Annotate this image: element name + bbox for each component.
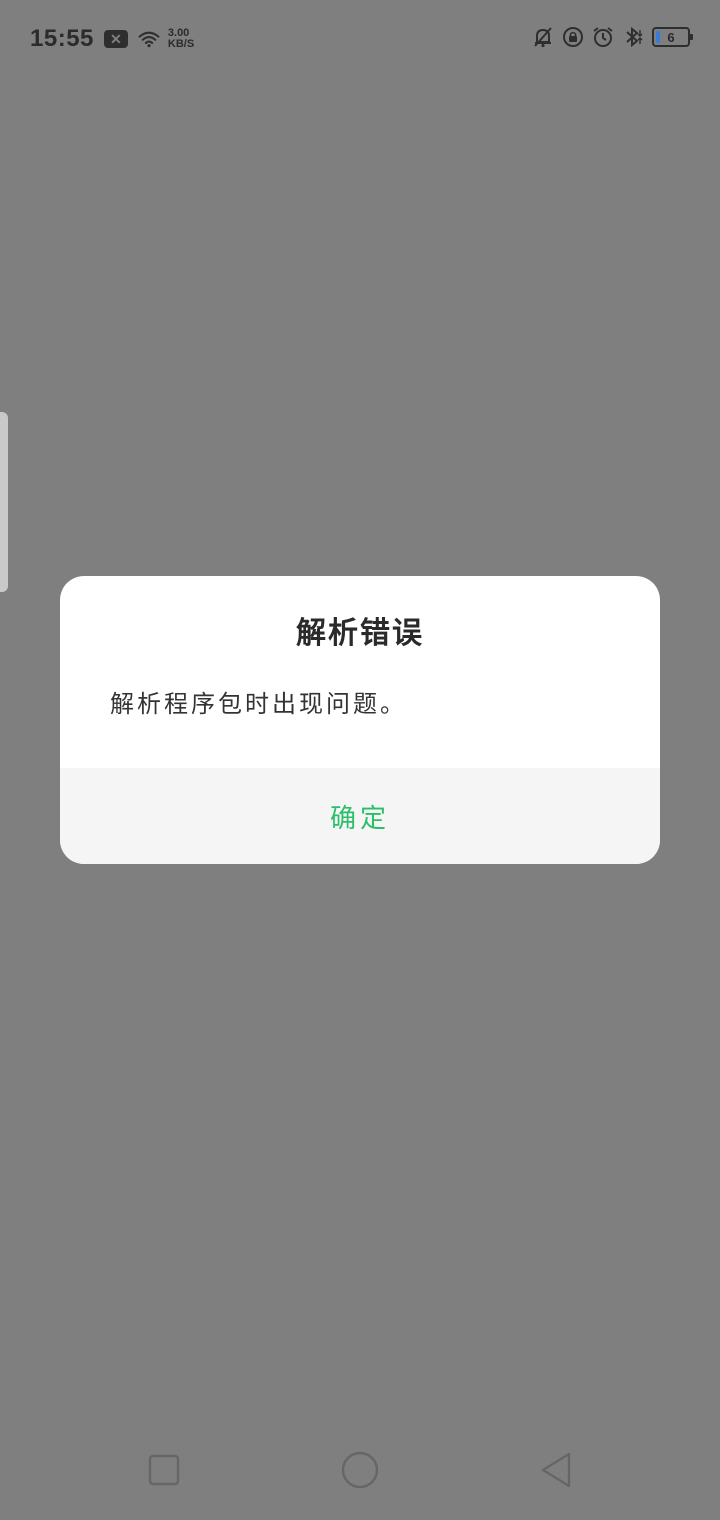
bluetooth-icon [622, 26, 644, 48]
back-icon [539, 1452, 573, 1492]
dialog-footer: 确定 [60, 768, 660, 864]
x-badge-icon: ✕ [103, 30, 128, 48]
edge-panel-handle[interactable] [0, 412, 8, 592]
battery-level: 6 [667, 29, 675, 45]
rotation-lock-icon [562, 26, 584, 48]
parse-error-dialog: 解析错误 解析程序包时出现问题。 确定 [60, 576, 660, 864]
status-right: 6 [532, 22, 693, 52]
wifi-icon [138, 28, 160, 50]
home-button[interactable] [338, 1450, 382, 1494]
status-bar: 15:55 ✕ 3.00 KB/S 6 [0, 0, 720, 76]
dialog-title: 解析错误 [296, 616, 424, 651]
ok-button[interactable]: 确定 [290, 788, 430, 845]
home-icon [341, 1451, 379, 1493]
net-speed-unit: KB/S [167, 38, 195, 50]
clock: 15:55 [30, 25, 94, 52]
recents-button[interactable] [142, 1450, 186, 1494]
back-button[interactable] [534, 1450, 578, 1494]
navigation-bar [0, 1430, 720, 1514]
net-speed: 3.00 KB/S [168, 28, 194, 50]
battery-icon: 6 [652, 27, 693, 47]
status-left: 15:55 ✕ 3.00 KB/S [30, 22, 194, 56]
dialog-message: 解析程序包时出现问题。 [110, 690, 407, 718]
alarm-icon [592, 26, 614, 48]
notifications-off-icon [532, 26, 554, 48]
recents-icon [148, 1454, 180, 1490]
